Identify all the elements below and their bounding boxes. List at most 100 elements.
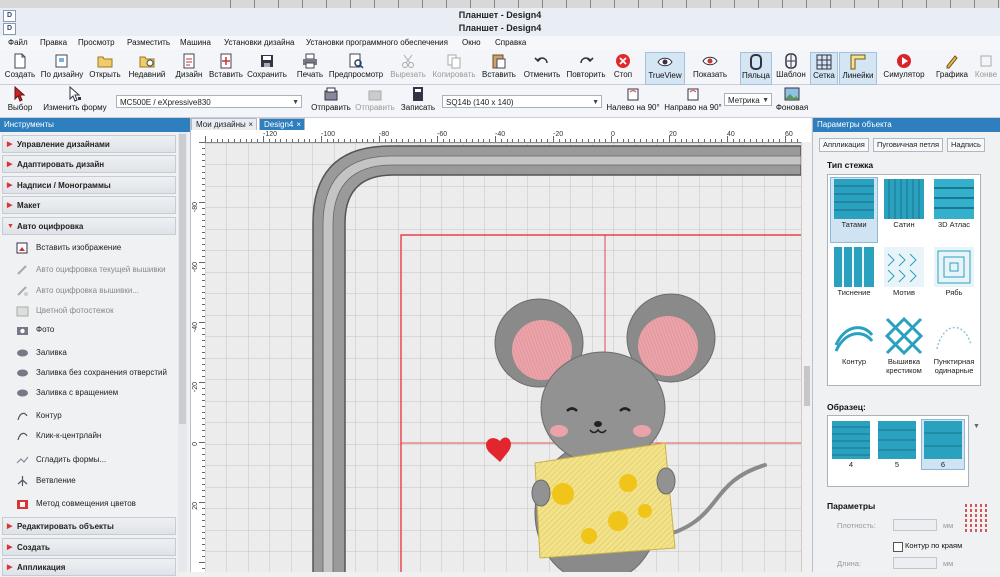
redo-button[interactable]: Повторить — [565, 52, 607, 83]
preview-button[interactable]: Предпросмотр — [328, 52, 384, 83]
section-manage-designs[interactable]: ▶ Управление дизайнами — [2, 135, 176, 153]
section-edit-objects[interactable]: ▶ Редактировать объекты — [2, 517, 176, 535]
save-button[interactable]: Сохранить — [246, 52, 288, 83]
reshape-icon — [69, 86, 81, 102]
tool-smooth-shapes[interactable]: Сгладить формы... — [14, 451, 106, 469]
ruler-tick — [878, 0, 879, 8]
tab-my-designs[interactable]: Мои дизайны × — [191, 118, 257, 130]
section-lettering[interactable]: ▶ Надписи / Монограммы — [2, 176, 176, 194]
open-button[interactable]: Открыть — [88, 52, 122, 83]
from-design-button[interactable]: По дизайну — [40, 52, 84, 83]
rotate-left-button[interactable]: Налево на 90° — [604, 85, 662, 116]
stitch-satin[interactable]: Сатин — [881, 178, 927, 242]
tool-fill-rotate[interactable]: Заливка с вращением — [14, 384, 118, 402]
new-button[interactable]: Создать — [4, 52, 36, 83]
write-button[interactable]: Записать — [398, 85, 438, 116]
stitch-3d-satin[interactable]: 3D Атлас — [931, 178, 977, 242]
density-input[interactable] — [893, 519, 937, 531]
tool-fill-no-holes[interactable]: Заливка без сохранения отверстий — [14, 364, 167, 382]
menu-software-settings[interactable]: Установки программного обеспечения — [306, 38, 448, 47]
tool-auto-digitize-current[interactable]: Авто оцифровка текущей вышивки — [14, 261, 166, 279]
tool-fill[interactable]: Заливка — [14, 344, 67, 362]
stop-button[interactable]: Стоп — [611, 52, 635, 83]
send-disabled-button[interactable]: Отправить — [354, 85, 396, 116]
tab-lettering[interactable]: Надпись — [947, 138, 985, 152]
length-input[interactable] — [893, 557, 937, 569]
section-create[interactable]: ▶ Создать — [2, 538, 176, 556]
tool-color-photostitch[interactable]: Цветной фотостежок — [14, 302, 114, 320]
show-button[interactable]: Показать — [688, 52, 732, 83]
design-workspace[interactable] — [205, 143, 801, 572]
canvas-vertical-scrollbar[interactable] — [801, 142, 812, 572]
hoop-toggle[interactable]: Пяльца — [740, 52, 772, 85]
tool-branching[interactable]: Ветвление — [14, 472, 76, 490]
reshape-button[interactable]: Изменить форму — [42, 85, 108, 116]
menu-view[interactable]: Просмотр — [78, 38, 115, 47]
stitch-contour[interactable]: Контур — [831, 315, 877, 379]
select-tool-button[interactable]: Выбор — [2, 85, 38, 116]
rotate-right-button[interactable]: Направо на 90° — [664, 85, 722, 116]
menu-edit[interactable]: Правка — [40, 38, 67, 47]
stitch-cross[interactable]: Вышивка крестиком — [881, 315, 927, 379]
hoop-select[interactable]: SQ14b (140 x 140) ▼ — [442, 95, 602, 108]
sample-6[interactable]: 6 — [921, 419, 965, 470]
edges-checkbox[interactable] — [893, 542, 903, 552]
ruler-tick — [779, 139, 781, 142]
tool-click-centerline[interactable]: Клик-к-центрлайн — [14, 427, 101, 445]
tool-auto-digitize-embroidery[interactable]: Авто оцифровка вышивки... — [14, 282, 139, 300]
stitch-dotted-single[interactable]: Пунктирная одинарные — [931, 315, 977, 379]
rulers-toggle[interactable]: Линейки — [839, 52, 877, 85]
tool-photo[interactable]: Фото — [14, 321, 54, 339]
sample-swatch-icon — [832, 421, 870, 459]
section-applique[interactable]: ▶ Аппликация — [2, 558, 176, 576]
chevron-down-icon[interactable]: ▼ — [973, 423, 980, 430]
tool-insert-image[interactable]: Вставить изображение — [14, 239, 121, 257]
send-button[interactable]: Отправить — [310, 85, 352, 116]
tab-design4[interactable]: Design4 × — [259, 118, 305, 130]
section-adapt-design[interactable]: ▶ Адаптировать дизайн — [2, 155, 176, 173]
insert-button[interactable]: Вставить — [207, 52, 245, 83]
dotted-stitch-icon — [936, 326, 972, 350]
menu-window[interactable]: Окно — [462, 38, 481, 47]
stitch-motif[interactable]: Мотив — [881, 246, 927, 310]
menu-help[interactable]: Справка — [495, 38, 526, 47]
open-folder-icon — [97, 56, 113, 68]
machine-select[interactable]: MC500E / eXpressive830 ▼ — [116, 95, 302, 108]
background-button[interactable]: Фоновая — [774, 85, 810, 116]
print-button[interactable]: Печать — [294, 52, 326, 83]
recent-button[interactable]: Недавний — [125, 52, 169, 83]
template-button[interactable]: Шаблон — [774, 52, 808, 83]
sample-5[interactable]: 5 — [876, 420, 918, 469]
stitch-ripple[interactable]: Рябь — [931, 246, 977, 310]
menu-machine[interactable]: Машина — [180, 38, 211, 47]
paste-button[interactable]: Вставить — [480, 52, 518, 83]
scrollbar-thumb[interactable] — [804, 366, 810, 406]
sample-4[interactable]: 4 — [830, 420, 872, 469]
design-button[interactable]: Дизайн — [173, 52, 205, 83]
convert-button[interactable]: Конве — [972, 52, 1000, 83]
tab-applique[interactable]: Аппликация — [819, 138, 869, 152]
ruler-tick — [390, 139, 392, 142]
section-layout[interactable]: ▶ Макет — [2, 196, 176, 214]
undo-button[interactable]: Отменить — [522, 52, 562, 83]
grid-toggle[interactable]: Сетка — [810, 52, 838, 85]
tool-color-blend[interactable]: Метод совмещения цветов — [14, 495, 136, 513]
trueview-toggle[interactable]: TrueView — [645, 52, 685, 85]
tools-scrollbar[interactable] — [178, 132, 187, 572]
units-select[interactable]: Метрика ▼ — [724, 93, 772, 106]
menu-design-settings[interactable]: Установки дизайна — [224, 38, 294, 47]
ruler-tick — [542, 0, 543, 8]
tab-buttonhole[interactable]: Пуговичная петля — [873, 138, 944, 152]
menu-file[interactable]: Файл — [8, 38, 28, 47]
simulator-button[interactable]: Симулятор — [882, 52, 926, 83]
copy-button[interactable]: Копировать — [432, 52, 476, 83]
menu-place[interactable]: Разместить — [127, 38, 170, 47]
cut-button[interactable]: Вырезать — [390, 52, 426, 83]
stitch-emboss[interactable]: Тиснение — [831, 246, 877, 310]
graphics-button[interactable]: Графика — [934, 52, 970, 83]
preview-icon — [349, 53, 364, 69]
tool-outline[interactable]: Контур — [14, 407, 62, 425]
stitch-tatami[interactable]: Татами — [830, 177, 878, 243]
section-auto-digitize[interactable]: ▼ Авто оцифровка — [2, 217, 176, 235]
scrollbar-thumb[interactable] — [179, 134, 186, 424]
